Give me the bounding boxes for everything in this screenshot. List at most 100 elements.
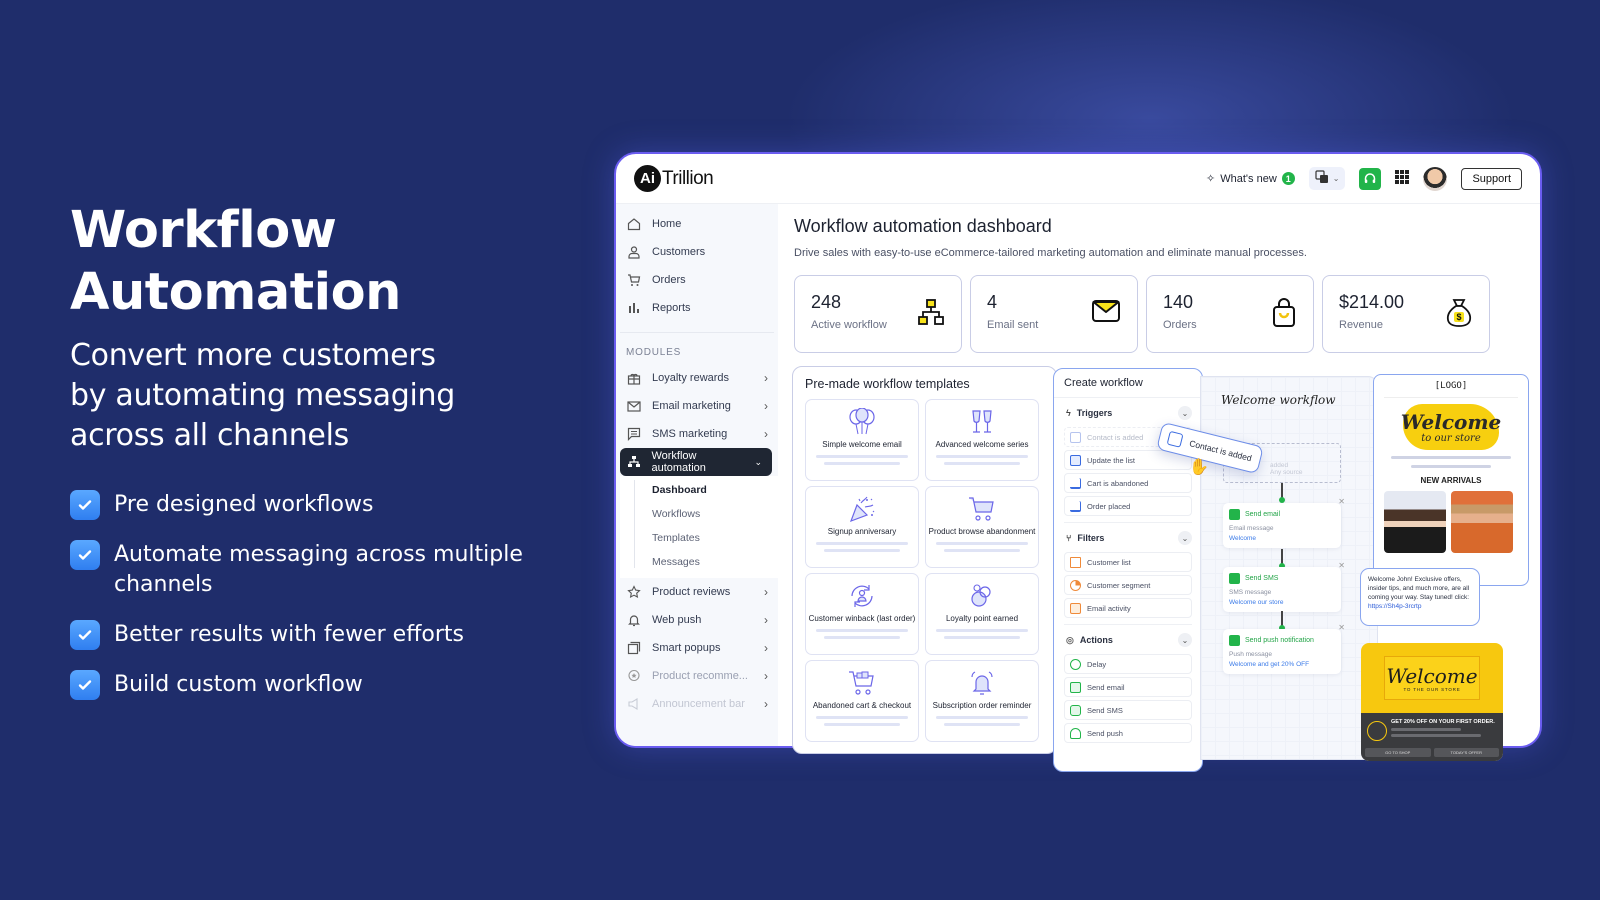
filter-customer-list[interactable]: Customer list <box>1064 552 1192 572</box>
notification-badge: 1 <box>1281 172 1295 185</box>
submenu-item-workflows[interactable]: Workflows <box>652 502 778 526</box>
email-icon <box>1229 509 1240 520</box>
workflow-node-send-push[interactable]: ✕ Send push notification Push message We… <box>1223 623 1345 674</box>
template-card[interactable]: Customer winback (last order) <box>805 573 919 655</box>
chevron-right-icon: › <box>764 427 768 441</box>
popup-icon <box>626 640 642 656</box>
sidebar-item-home[interactable]: Home <box>616 210 778 238</box>
section-triggers[interactable]: ϟ Triggers ⌄ <box>1054 398 1202 424</box>
stat-card-revenue[interactable]: $214.00 Revenue $ <box>1322 275 1490 353</box>
sidebar-item-reports[interactable]: Reports <box>616 294 778 322</box>
stat-card-email-sent[interactable]: 4 Email sent <box>970 275 1138 353</box>
aitrillion-logo[interactable]: Ai Trillion <box>634 165 714 192</box>
sidebar-item-customers[interactable]: Customers <box>616 238 778 266</box>
sidebar-item-smart-popups[interactable]: Smart popups › <box>616 634 778 662</box>
trigger-order-placed[interactable]: Order placed <box>1064 496 1192 516</box>
sidebar-item-product-reviews[interactable]: Product reviews › <box>616 578 778 606</box>
chevron-down-icon[interactable]: ⌄ <box>1178 633 1192 647</box>
chevron-down-icon[interactable]: ⌄ <box>1178 406 1192 420</box>
bell-ring-icon <box>971 671 993 695</box>
template-card[interactable]: Product browse abandonment <box>925 486 1039 568</box>
user-icon <box>626 244 642 260</box>
close-icon[interactable]: ✕ <box>1338 561 1345 570</box>
hero-subtitle: Convert more customers by automating mes… <box>70 338 456 453</box>
user-avatar[interactable] <box>1423 166 1448 191</box>
email-icon <box>1070 681 1081 693</box>
template-card[interactable]: Simple welcome email <box>805 399 919 481</box>
stats-row: 248 Active workflow 4 Email sent 140 Ord… <box>794 275 1540 353</box>
sms-preview: Welcome John! Exclusive offers, insider … <box>1360 568 1480 626</box>
workflow-submenu: Dashboard Workflows Templates Messages <box>620 476 778 578</box>
sidebar-item-sms-marketing[interactable]: SMS marketing › <box>616 420 778 448</box>
new-arrivals-heading: NEW ARRIVALS <box>1420 476 1482 485</box>
filter-customer-segment[interactable]: Customer segment <box>1064 575 1192 595</box>
page-title: Workflow automation dashboard <box>794 216 1052 236</box>
sidebar-item-web-push[interactable]: Web push › <box>616 606 778 634</box>
template-card[interactable]: Abandoned cart & checkout <box>805 660 919 742</box>
action-send-email[interactable]: Send email <box>1064 677 1192 697</box>
mail-icon <box>626 398 642 414</box>
champagne-icon <box>972 410 992 433</box>
create-workflow-title: Create workflow <box>1054 369 1202 398</box>
sidebar-item-loyalty-rewards[interactable]: Loyalty rewards › <box>616 364 778 392</box>
action-delay[interactable]: Delay <box>1064 654 1192 674</box>
template-card[interactable]: Advanced welcome series <box>925 399 1039 481</box>
sidebar-item-product-recommendations[interactable]: Product recomme... › <box>616 662 778 690</box>
sms-link[interactable]: https://Sh4p-3rcrtp <box>1368 603 1421 610</box>
page-description: Drive sales with easy-to-use eCommerce-t… <box>794 247 1307 259</box>
push-preview: Welcome TO THE OUR STORE GET 20% OFF ON … <box>1361 643 1503 761</box>
bar-chart-icon <box>626 300 642 316</box>
support-headset-button[interactable] <box>1359 167 1382 190</box>
sidebar-item-orders[interactable]: Orders <box>616 266 778 294</box>
template-card[interactable]: Signup anniversary <box>805 486 919 568</box>
apps-grid-button[interactable] <box>1395 170 1410 187</box>
workflow-canvas[interactable]: Welcome workflow added Any source ✕ Send… <box>1200 376 1378 760</box>
trigger-cart-abandoned[interactable]: Cart is abandoned <box>1064 473 1192 493</box>
workflow-node-send-email[interactable]: ✕ Send email Email message Welcome <box>1223 497 1345 548</box>
chevron-down-icon[interactable]: ⌄ <box>1178 531 1192 545</box>
stat-card-active-workflow[interactable]: 248 Active workflow <box>794 275 962 353</box>
chevron-right-icon: › <box>764 641 768 655</box>
feature-item: Build custom workflow <box>70 670 540 700</box>
workflow-node-send-sms[interactable]: ✕ Send SMS SMS message Welcome our store <box>1223 561 1345 612</box>
bell-icon <box>1070 727 1081 739</box>
action-send-push[interactable]: Send push <box>1064 723 1192 743</box>
chevron-right-icon: › <box>764 371 768 385</box>
section-filters[interactable]: ⑂ Filters ⌄ <box>1054 523 1202 549</box>
submenu-item-dashboard[interactable]: Dashboard <box>652 478 778 502</box>
party-popper-icon <box>849 496 875 523</box>
close-icon[interactable]: ✕ <box>1338 497 1345 506</box>
language-selector[interactable]: ⌄ <box>1308 167 1346 190</box>
top-bar: Ai Trillion ✧ What's new 1 ⌄ Support <box>616 154 1540 204</box>
feature-item: Pre designed workflows <box>70 490 540 520</box>
filter-email-activity[interactable]: Email activity <box>1064 598 1192 618</box>
submenu-item-templates[interactable]: Templates <box>652 526 778 550</box>
sidebar-item-workflow-automation[interactable]: Workflow automation ⌄ <box>620 448 772 476</box>
checkbox-checked-icon <box>70 620 100 650</box>
support-button[interactable]: Support <box>1461 167 1522 190</box>
divider <box>620 332 774 333</box>
sms-icon <box>1070 704 1081 716</box>
envelope-icon <box>1091 298 1121 329</box>
whats-new-button[interactable]: ✧ What's new 1 <box>1206 172 1295 185</box>
template-card[interactable]: Subscription order reminder <box>925 660 1039 742</box>
go-to-shop-button[interactable]: GO TO SHOP <box>1365 748 1431 757</box>
chevron-right-icon: › <box>764 613 768 627</box>
product-photo <box>1451 491 1513 553</box>
submenu-item-messages[interactable]: Messages <box>652 550 778 574</box>
todays-offer-button[interactable]: TODAY'S OFFER <box>1433 748 1499 757</box>
lightning-icon: ϟ <box>1066 408 1071 418</box>
close-icon[interactable]: ✕ <box>1338 623 1345 632</box>
workflow-icon <box>917 298 945 331</box>
chevron-down-icon: ⌄ <box>754 456 762 467</box>
cart-icon <box>1070 477 1081 489</box>
clock-icon <box>1070 658 1081 670</box>
sidebar-item-announcement-bar[interactable]: Announcement bar › <box>616 690 778 718</box>
template-card[interactable]: Loyalty point earned <box>925 573 1039 655</box>
section-actions[interactable]: ◎ Actions ⌄ <box>1054 625 1202 651</box>
action-send-sms[interactable]: Send SMS <box>1064 700 1192 720</box>
stat-card-orders[interactable]: 140 Orders <box>1146 275 1314 353</box>
sidebar-item-email-marketing[interactable]: Email marketing › <box>616 392 778 420</box>
templates-title: Pre-made workflow templates <box>805 377 970 391</box>
sms-icon <box>1229 573 1240 584</box>
